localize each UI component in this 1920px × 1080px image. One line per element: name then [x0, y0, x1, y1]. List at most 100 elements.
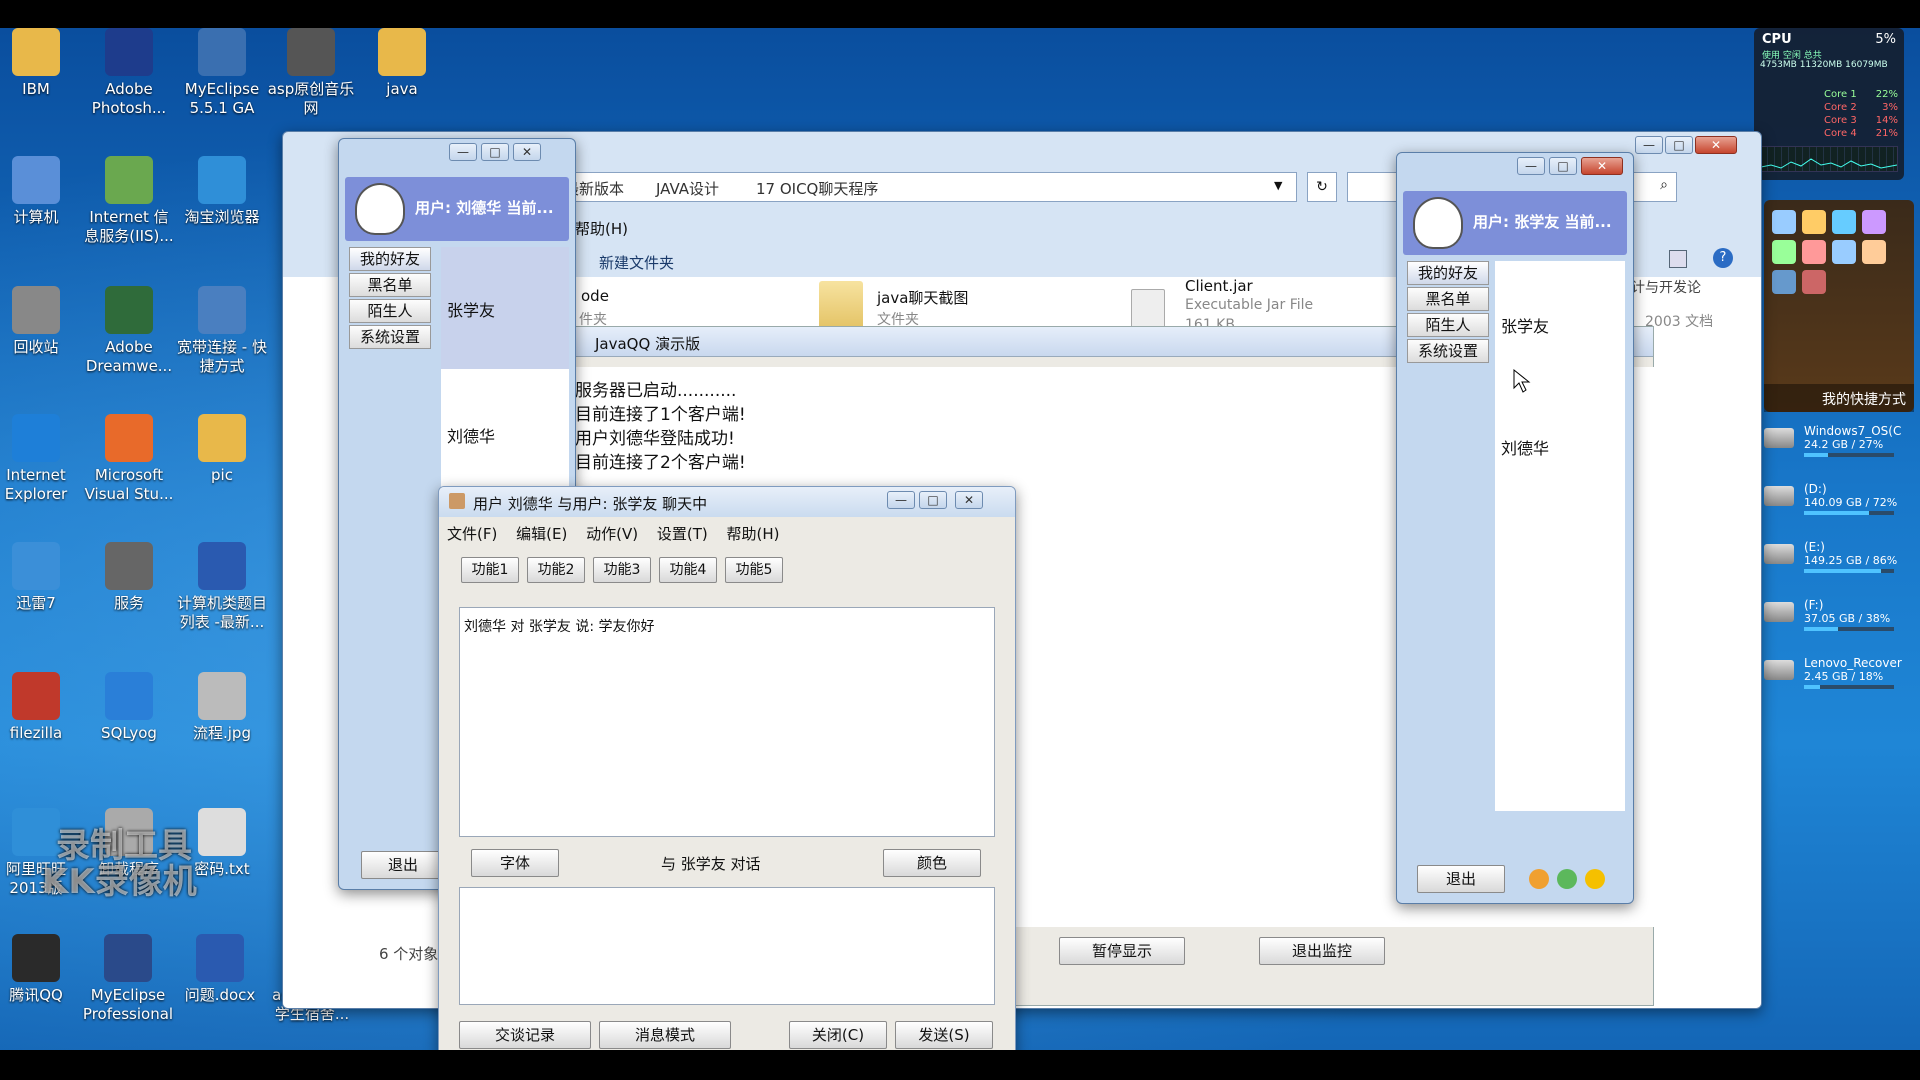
friend-item[interactable]: 刘德华 [447, 423, 495, 447]
maximize-button[interactable]: □ [1549, 157, 1577, 175]
tab-blacklist[interactable]: 黑名单 [349, 273, 431, 297]
breadcrumb-item[interactable]: 17 OICQ聊天程序 [756, 178, 878, 199]
desktop-icon[interactable]: 腾讯QQ [0, 934, 82, 1005]
status-icon[interactable] [1529, 869, 1549, 889]
desktop-icon[interactable]: Microsoft Visual Stu... [83, 414, 175, 504]
function-5-button[interactable]: 功能5 [725, 557, 783, 583]
shortcut-icon[interactable] [1772, 210, 1796, 234]
minimize-button[interactable]: — [1635, 136, 1663, 154]
desktop-icon[interactable]: MyEclipse 5.5.1 GA [176, 28, 268, 118]
shortcut-icon[interactable] [1772, 270, 1796, 294]
menu-file[interactable]: 文件(F) [447, 525, 497, 543]
function-4-button[interactable]: 功能4 [659, 557, 717, 583]
shortcut-icon[interactable] [1832, 240, 1856, 264]
desktop-icon[interactable]: 计算机类题目列表 -最新... [176, 542, 268, 632]
refresh-icon[interactable]: ↻ [1307, 172, 1337, 202]
close-button[interactable]: ✕ [1695, 136, 1737, 154]
desktop-icon[interactable]: 迅雷7 [0, 542, 82, 613]
maximize-button[interactable]: □ [919, 491, 947, 509]
drive-item[interactable]: (F:) 37.05 GB / 38% [1764, 598, 1914, 631]
friend-item[interactable]: 张学友 [1501, 313, 1549, 337]
send-button[interactable]: 发送(S) [895, 1021, 993, 1049]
desktop-icon[interactable]: Internet Explorer [0, 414, 82, 504]
menu-help[interactable]: 帮助(H) [727, 525, 780, 543]
tab-strangers[interactable]: 陌生人 [1407, 313, 1489, 337]
desktop-icon[interactable]: asp原创音乐网 [265, 28, 357, 118]
tab-friends[interactable]: 我的好友 [349, 247, 431, 271]
function-3-button[interactable]: 功能3 [593, 557, 651, 583]
shortcut-icon[interactable] [1862, 210, 1886, 234]
friend-item[interactable]: 刘德华 [1501, 435, 1549, 459]
file-name[interactable]: ode [581, 287, 609, 305]
desktop-icon[interactable]: Adobe Photosh... [83, 28, 175, 118]
view-icon[interactable] [1669, 250, 1687, 268]
menu-help[interactable]: 帮助(H) [575, 218, 628, 239]
desktop-icon[interactable]: 宽带连接 - 快捷方式 [176, 286, 268, 376]
maximize-button[interactable]: □ [1665, 136, 1693, 154]
desktop-icon[interactable]: 计算机 [0, 156, 82, 227]
desktop-icon[interactable]: 回收站 [0, 286, 82, 357]
function-2-button[interactable]: 功能2 [527, 557, 585, 583]
minimize-button[interactable]: — [449, 143, 477, 161]
drive-item[interactable]: (E:) 149.25 GB / 86% [1764, 540, 1914, 573]
history-button[interactable]: 交谈记录 [459, 1021, 591, 1049]
friend-item[interactable]: 张学友 [447, 297, 495, 321]
desktop-icon[interactable]: 流程.jpg [176, 672, 268, 743]
desktop-icon[interactable]: Adobe Dreamwe... [83, 286, 175, 376]
pause-button[interactable]: 暂停显示 [1059, 937, 1185, 965]
desktop-icon[interactable]: pic [176, 414, 268, 485]
drive-item[interactable]: (D:) 140.09 GB / 72% [1764, 482, 1914, 515]
tab-friends[interactable]: 我的好友 [1407, 261, 1489, 285]
address-bar[interactable]: 最新版本 JAVA设计 17 OICQ聊天程序 ▼ [523, 172, 1297, 202]
desktop-icon[interactable]: 服务 [83, 542, 175, 613]
emoji-icon[interactable] [1585, 869, 1605, 889]
exit-button[interactable]: 退出 [361, 851, 445, 879]
minimize-button[interactable]: — [1517, 157, 1545, 175]
message-history[interactable]: 刘德华 对 张学友 说: 学友你好 [459, 607, 995, 837]
drive-item[interactable]: Windows7_OS(C 24.2 GB / 27% [1764, 424, 1914, 457]
message-mode-button[interactable]: 消息模式 [599, 1021, 731, 1049]
desktop-icon[interactable]: Internet 信息服务(IIS)... [83, 156, 175, 246]
maximize-button[interactable]: □ [481, 143, 509, 161]
desktop-icon[interactable]: SQLyog [83, 672, 175, 743]
exit-button[interactable]: 退出 [1417, 865, 1505, 893]
shortcut-icon[interactable] [1802, 210, 1826, 234]
desktop-icon[interactable]: MyEclipse Professional [82, 934, 174, 1024]
desktop-icon[interactable]: IBM [0, 28, 82, 99]
desktop-icon[interactable]: 问题.docx [174, 934, 266, 1005]
desktop-icon[interactable]: java [356, 28, 448, 99]
help-icon[interactable]: ? [1713, 248, 1733, 268]
shortcut-icon[interactable] [1802, 240, 1826, 264]
desktop-icon[interactable]: filezilla [0, 672, 82, 743]
shortcut-icon[interactable] [1862, 240, 1886, 264]
tab-strangers[interactable]: 陌生人 [349, 299, 431, 323]
message-input[interactable] [459, 887, 995, 1005]
close-button[interactable]: ✕ [955, 491, 983, 509]
avatar[interactable] [355, 183, 405, 235]
color-button[interactable]: 颜色 [883, 849, 981, 877]
function-1-button[interactable]: 功能1 [461, 557, 519, 583]
new-folder-button[interactable]: 新建文件夹 [599, 252, 674, 273]
dropdown-icon[interactable]: ▼ [1274, 179, 1282, 192]
tab-blacklist[interactable]: 黑名单 [1407, 287, 1489, 311]
drive-item[interactable]: Lenovo_Recover 2.45 GB / 18% [1764, 656, 1914, 689]
shortcut-icon[interactable] [1832, 210, 1856, 234]
avatar[interactable] [1413, 197, 1463, 249]
menu-action[interactable]: 动作(V) [586, 525, 638, 543]
jar-icon[interactable] [1131, 289, 1165, 329]
font-button[interactable]: 字体 [471, 849, 559, 877]
close-button[interactable]: ✕ [1581, 157, 1623, 175]
close-button[interactable]: ✕ [513, 143, 541, 161]
breadcrumb-item[interactable]: JAVA设计 [656, 178, 719, 199]
file-name[interactable]: java聊天截图 [877, 287, 968, 308]
menu-edit[interactable]: 编辑(E) [516, 525, 567, 543]
desktop-icon[interactable]: 淘宝浏览器 [176, 156, 268, 227]
exit-monitor-button[interactable]: 退出监控 [1259, 937, 1385, 965]
tab-settings[interactable]: 系统设置 [1407, 339, 1489, 363]
minimize-button[interactable]: — [887, 491, 915, 509]
file-name[interactable]: Client.jar [1185, 277, 1253, 295]
shortcut-icon[interactable] [1802, 270, 1826, 294]
shortcut-icon[interactable] [1772, 240, 1796, 264]
menu-settings[interactable]: 设置(T) [657, 525, 708, 543]
tab-settings[interactable]: 系统设置 [349, 325, 431, 349]
